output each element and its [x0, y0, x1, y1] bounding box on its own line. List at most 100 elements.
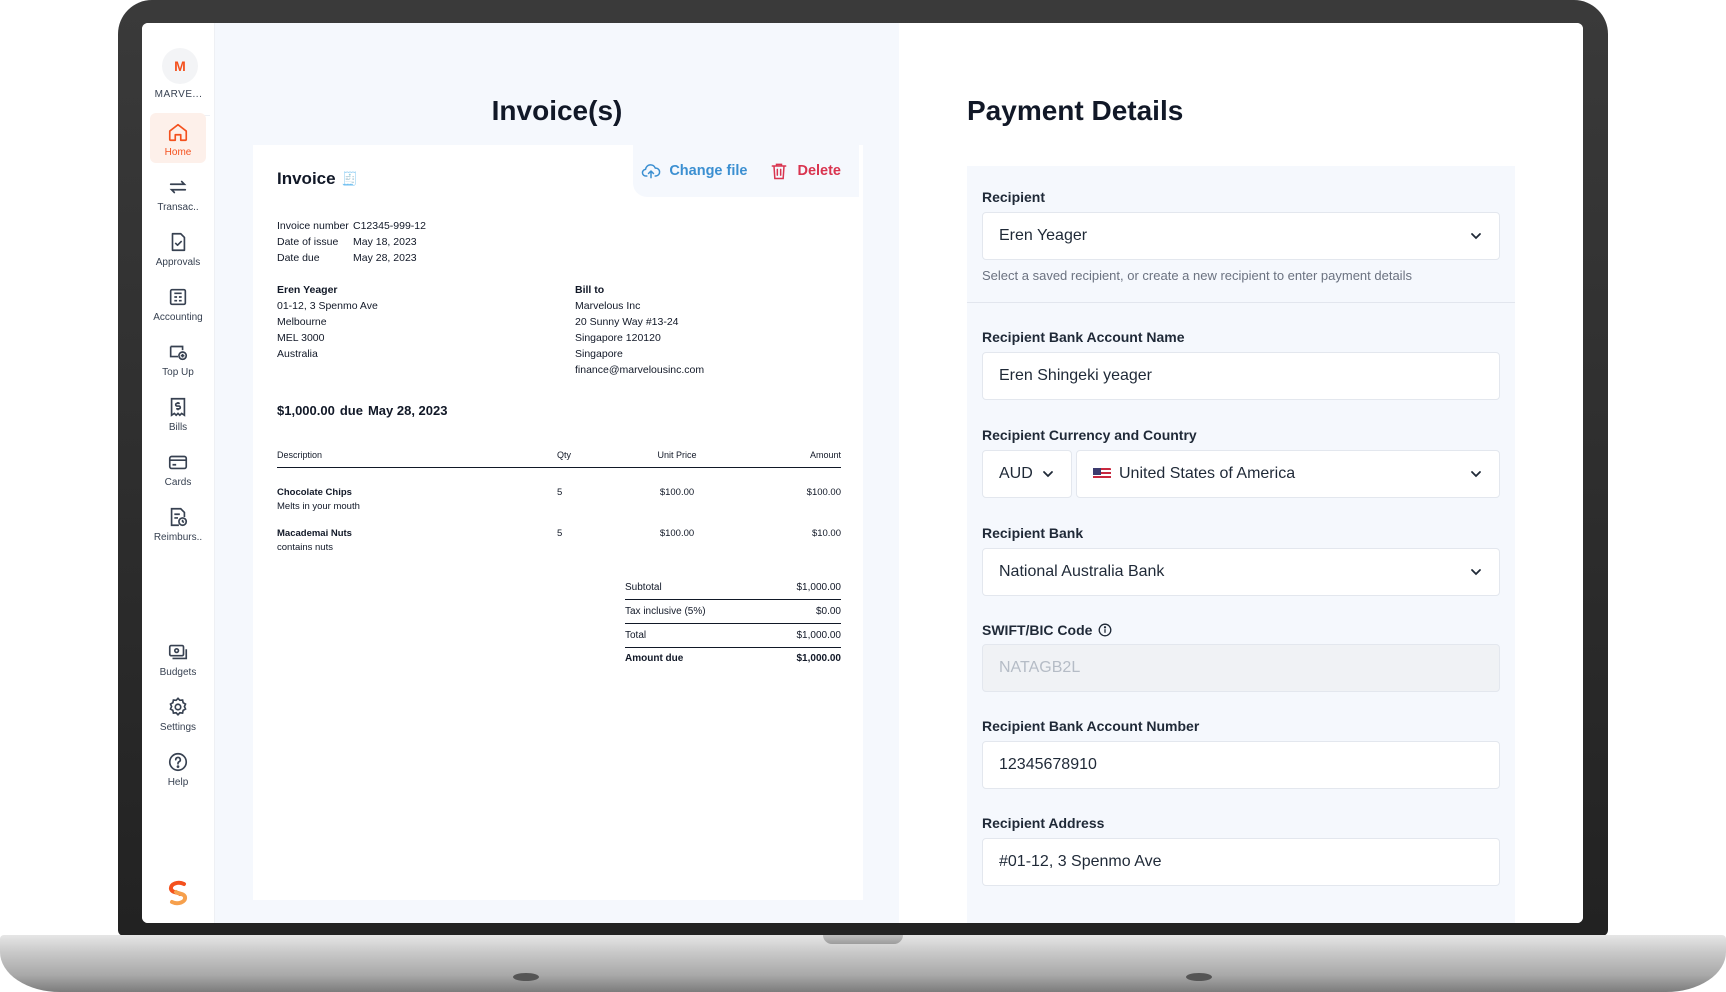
date-due-row: Date due May 28, 2023	[277, 250, 426, 266]
tax-row: Tax inclusive (5%) $0.00	[625, 600, 841, 624]
column-header: Description	[277, 450, 323, 460]
file-actions: Change file Delete	[633, 145, 859, 197]
sidebar-item-settings[interactable]: Settings	[150, 688, 206, 738]
sidebar-item-accounting[interactable]: Accounting	[150, 278, 206, 328]
sidebar-item-transactions[interactable]: Transac..	[150, 168, 206, 218]
bills-icon	[170, 397, 186, 417]
reimburse-icon	[170, 507, 188, 527]
item-qty: 5	[557, 528, 563, 539]
invoice-doc-title: Invoice 🧾	[277, 169, 358, 189]
address-line: 01-12, 3 Spenmo Ave	[277, 300, 378, 312]
total-label: Tax inclusive (5%)	[625, 606, 706, 617]
bank-value: National Australia Bank	[999, 563, 1165, 580]
help-icon	[168, 752, 188, 772]
accounting-icon	[169, 288, 187, 306]
sidebar-item-cards[interactable]: Cards	[150, 443, 206, 493]
sidebar-item-label: Help	[167, 777, 189, 788]
invoice-meta: Invoice number C12345-999-12 Date of issu…	[277, 218, 426, 266]
item-unit-price: $100.00	[659, 487, 695, 498]
address-field[interactable]: #01-12, 3 Spenmo Ave	[982, 838, 1500, 886]
meta-value: C12345-999-12	[353, 220, 426, 232]
org-avatar[interactable]: M	[162, 48, 198, 84]
total-row: Total $1,000.00	[625, 624, 841, 648]
currency-select[interactable]: AUD	[982, 450, 1072, 498]
total-value: $1,000.00	[796, 652, 842, 664]
subtotal-row: Subtotal $1,000.00	[625, 576, 841, 600]
info-icon[interactable]	[1098, 623, 1112, 637]
account-name-field[interactable]: Eren Shingeki yeager	[982, 352, 1500, 400]
org-name[interactable]: MARVE...	[142, 89, 215, 100]
table-header: Description Qty Unit Price Amount	[277, 450, 841, 468]
invoice-totals: Subtotal $1,000.00 Tax inclusive (5%) $0.0…	[625, 576, 841, 668]
address-line: Singapore	[575, 348, 623, 360]
sender-name: Eren Yeager	[277, 284, 338, 296]
invoice-preview: Change file Delete Invoice 🧾 Invoice num…	[253, 145, 863, 900]
app-screen: M MARVE... Home Transac.. Approvals Acco…	[142, 23, 1583, 923]
total-label: Amount due	[625, 652, 684, 664]
invoice-number-row: Invoice number C12345-999-12	[277, 218, 426, 234]
total-value: $1,000.00	[796, 630, 842, 641]
account-number-label: Recipient Bank Account Number	[982, 718, 1200, 734]
item-description: Macademai Nuts contains nuts	[277, 527, 557, 555]
us-flag-icon	[1093, 468, 1111, 480]
total-label: Total	[625, 630, 647, 641]
laptop-foot	[1186, 973, 1212, 981]
sidebar-item-label: Home	[164, 147, 192, 158]
sidebar-item-help[interactable]: Help	[150, 743, 206, 793]
sidebar-item-label: Accounting	[153, 312, 203, 323]
account-number-field[interactable]: 12345678910	[982, 741, 1500, 789]
swift-label: SWIFT/BIC Code	[982, 622, 1093, 638]
due-date: May 28, 2023	[367, 403, 448, 418]
change-file-button[interactable]: Change file	[641, 161, 747, 181]
address-line: finance@marvelousinc.com	[575, 364, 705, 376]
currency-country-label: Recipient Currency and Country	[982, 427, 1197, 443]
sidebar-item-bills[interactable]: Bills	[150, 388, 206, 438]
item-description: Chocolate Chips Melts in your mouth	[277, 486, 557, 514]
meta-label: Invoice number	[277, 220, 349, 232]
sidebar-item-home[interactable]: Home	[150, 113, 206, 163]
sender-address: Eren Yeager 01-12, 3 Spenmo Ave Melbourn…	[277, 282, 378, 362]
chevron-down-icon	[1471, 471, 1481, 478]
table-row: Chocolate Chips Melts in your mouth 5 $1…	[277, 486, 841, 514]
item-name: Macademai Nuts	[277, 528, 352, 539]
sidebar-item-budgets[interactable]: Budgets	[150, 633, 206, 683]
sidebar-item-label: Cards	[164, 477, 192, 488]
chevron-down-icon	[1043, 471, 1053, 478]
bill-to-address: Bill to Marvelous Inc 20 Sunny Way #13-2…	[575, 282, 704, 378]
sidebar: M MARVE... Home Transac.. Approvals Acco…	[142, 23, 215, 923]
meta-value: May 28, 2023	[353, 252, 417, 264]
item-name: Chocolate Chips	[277, 487, 352, 498]
currency-value: AUD	[999, 465, 1033, 482]
date-of-issue-row: Date of issue May 18, 2023	[277, 234, 426, 250]
delete-button[interactable]: Delete	[769, 161, 841, 181]
home-icon	[168, 123, 188, 142]
country-select[interactable]: United States of America	[1076, 450, 1500, 498]
trash-icon	[772, 163, 787, 180]
sidebar-item-label: Bills	[168, 422, 188, 433]
change-file-label: Change file	[669, 163, 748, 179]
chevron-down-icon	[1471, 233, 1481, 240]
address-label: Recipient Address	[982, 815, 1105, 831]
sidebar-item-reimbursements[interactable]: Reimburs..	[150, 498, 206, 548]
sidebar-item-label: Transac..	[157, 202, 199, 213]
item-amount: $10.00	[811, 528, 841, 539]
address-line: Australia	[277, 348, 318, 360]
gear-icon	[169, 697, 187, 717]
sidebar-item-approvals[interactable]: Approvals	[150, 223, 206, 273]
bank-select[interactable]: National Australia Bank	[982, 548, 1500, 596]
section-divider	[967, 302, 1515, 303]
payment-title: Payment Details	[967, 95, 1184, 126]
address-line: 20 Sunny Way #13-24	[575, 316, 679, 328]
sidebar-item-topup[interactable]: Top Up	[150, 333, 206, 383]
recipient-select[interactable]: Eren Yeager	[982, 212, 1500, 260]
laptop-foot	[513, 973, 539, 981]
item-note: contains nuts	[277, 542, 333, 553]
country-value: United States of America	[1119, 465, 1296, 482]
column-header: Unit Price	[657, 450, 697, 460]
item-qty: 5	[557, 487, 563, 498]
total-value: $0.00	[815, 606, 841, 617]
recipient-helper-text: Select a saved recipient, or create a ne…	[982, 268, 1412, 283]
total-value: $1,000.00	[796, 582, 842, 593]
sidebar-item-label: Reimburs..	[153, 532, 203, 543]
bank-label: Recipient Bank	[982, 525, 1084, 541]
